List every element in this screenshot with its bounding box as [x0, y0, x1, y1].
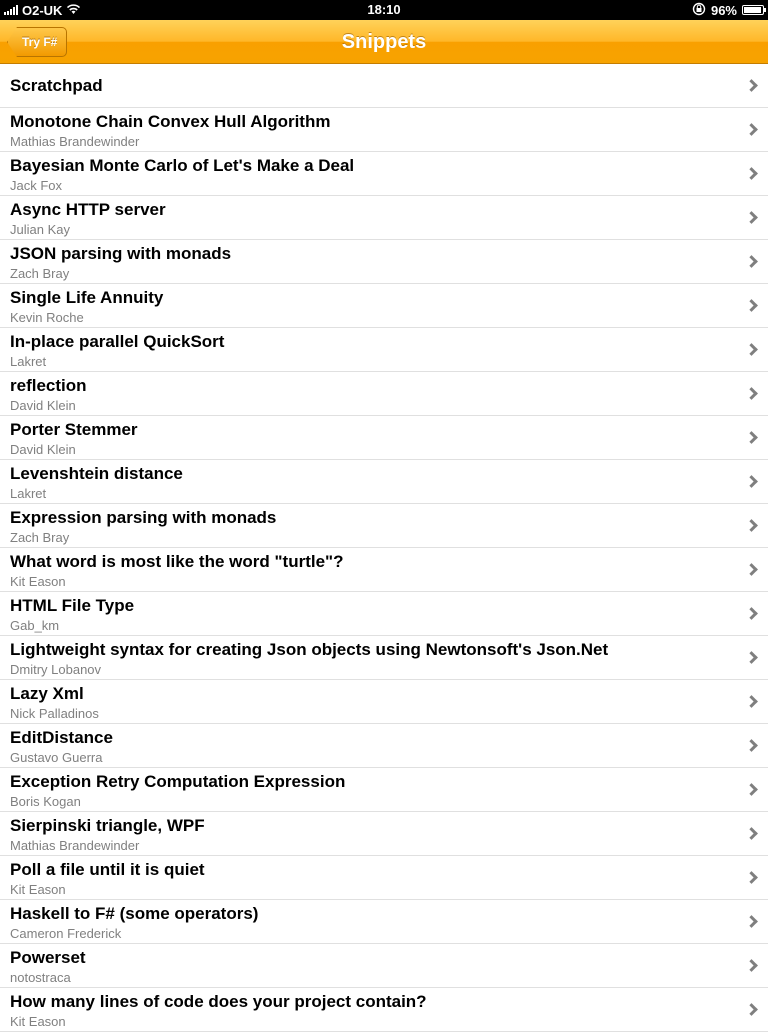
snippet-author: Mathias Brandewinder [10, 134, 140, 149]
snippet-title: What word is most like the word "turtle"… [10, 552, 344, 571]
list-item[interactable]: Levenshtein distance Lakret [0, 460, 768, 504]
list-item[interactable]: Lightweight syntax for creating Json obj… [0, 636, 768, 680]
back-button[interactable]: Try F# [7, 27, 68, 57]
list-item[interactable]: Porter Stemmer David Klein [0, 416, 768, 460]
snippet-title: EditDistance [10, 728, 113, 747]
chevron-right-icon [745, 915, 758, 928]
chevron-right-icon [745, 563, 758, 576]
page-title: Snippets [341, 31, 427, 53]
chevron-right-icon [745, 79, 758, 92]
snippet-author: Cameron Frederick [10, 926, 122, 941]
list-item[interactable]: How many lines of code does your project… [0, 988, 768, 1032]
list-item[interactable]: JSON parsing with monads Zach Bray [0, 240, 768, 284]
snippet-author: Dmitry Lobanov [10, 662, 102, 677]
list-item[interactable]: Powerset notostraca [0, 944, 768, 988]
list-item[interactable]: Poll a file until it is quiet Kit Eason [0, 856, 768, 900]
status-time: 18:10 [367, 2, 401, 17]
snippet-author: Kevin Roche [10, 310, 84, 325]
chevron-right-icon [745, 123, 758, 136]
snippet-title: HTML File Type [10, 596, 135, 615]
chevron-right-icon [745, 695, 758, 708]
list-item[interactable]: Async HTTP server Julian Kay [0, 196, 768, 240]
snippet-author: Mathias Brandewinder [10, 838, 140, 853]
snippet-title: Monotone Chain Convex Hull Algorithm [10, 112, 331, 131]
snippet-author: Kit Eason [10, 1014, 66, 1029]
list-item[interactable]: What word is most like the word "turtle"… [0, 548, 768, 592]
chevron-right-icon [745, 607, 758, 620]
snippet-title: JSON parsing with monads [10, 244, 232, 263]
rotation-lock-icon [692, 2, 706, 19]
snippet-title: Exception Retry Computation Expression [10, 772, 346, 791]
list-item[interactable]: reflection David Klein [0, 372, 768, 416]
snippet-title: Levenshtein distance [10, 464, 183, 483]
navigation-bar: Snippets Try F# [0, 20, 768, 64]
snippet-author: notostraca [10, 970, 71, 985]
list-item[interactable]: Single Life Annuity Kevin Roche [0, 284, 768, 328]
chevron-right-icon [745, 167, 758, 180]
snippet-author: Gab_km [10, 618, 60, 633]
battery-fill [744, 7, 762, 13]
snippet-title: reflection [10, 376, 87, 395]
snippet-author: David Klein [10, 398, 76, 413]
snippet-author: Julian Kay [10, 222, 70, 237]
list-item[interactable]: Bayesian Monte Carlo of Let's Make a Dea… [0, 152, 768, 196]
chevron-right-icon [745, 827, 758, 840]
snippet-author: Gustavo Guerra [10, 750, 103, 765]
list-item[interactable]: Monotone Chain Convex Hull Algorithm Math… [0, 108, 768, 152]
battery-icon [742, 5, 766, 15]
chevron-right-icon [745, 1003, 758, 1016]
snippet-title: Lazy Xml [10, 684, 84, 703]
snippet-author: Boris Kogan [10, 794, 81, 809]
snippet-title: Sierpinski triangle, WPF [10, 816, 205, 835]
chevron-right-icon [745, 387, 758, 400]
snippet-title: Porter Stemmer [10, 420, 138, 439]
chevron-right-icon [745, 783, 758, 796]
list-item[interactable]: In-place parallel QuickSort Lakret [0, 328, 768, 372]
snippet-title: How many lines of code does your project… [10, 992, 427, 1011]
scratchpad-row[interactable]: Scratchpad [0, 64, 768, 108]
list-item[interactable]: Haskell to F# (some operators) Cameron Fr… [0, 900, 768, 944]
status-bar: O2-UK 18:10 96% [0, 0, 768, 20]
snippet-author: Lakret [10, 486, 47, 501]
chevron-right-icon [745, 651, 758, 664]
snippet-title: Async HTTP server [10, 200, 166, 219]
chevron-right-icon [745, 299, 758, 312]
list-item[interactable]: Lazy Xml Nick Palladinos [0, 680, 768, 724]
chevron-right-icon [745, 959, 758, 972]
chevron-right-icon [745, 255, 758, 268]
chevron-right-icon [745, 739, 758, 752]
snippet-author: Nick Palladinos [10, 706, 99, 721]
snippet-title: Poll a file until it is quiet [10, 860, 205, 879]
snippet-title: In-place parallel QuickSort [10, 332, 225, 351]
snippet-author: Kit Eason [10, 882, 66, 897]
snippet-author: David Klein [10, 442, 76, 457]
list-item[interactable]: Expression parsing with monads Zach Bray [0, 504, 768, 548]
battery-percent: 96% [710, 2, 737, 18]
list-item[interactable]: Sierpinski triangle, WPF Mathias Brandewi… [0, 812, 768, 856]
snippet-title: Bayesian Monte Carlo of Let's Make a Dea… [10, 156, 355, 175]
chevron-right-icon [745, 475, 758, 488]
snippet-title: Single Life Annuity [10, 288, 164, 307]
snippet-author: Kit Eason [10, 574, 66, 589]
snippet-author: Zach Bray [10, 266, 70, 281]
chevron-right-icon [745, 871, 758, 884]
snippet-list: Scratchpad Monotone Chain Convex Hull Al… [0, 64, 768, 1032]
chevron-right-icon [745, 211, 758, 224]
snippet-author: Zach Bray [10, 530, 70, 545]
chevron-right-icon [745, 343, 758, 356]
snippet-title: Powerset [10, 948, 86, 967]
snippet-title: Lightweight syntax for creating Json obj… [10, 640, 609, 659]
row-title: Scratchpad [10, 76, 103, 95]
snippet-author: Jack Fox [10, 178, 63, 193]
chevron-right-icon [745, 431, 758, 444]
snippet-title: Expression parsing with monads [10, 508, 277, 527]
chevron-right-icon [745, 519, 758, 532]
snippet-title: Haskell to F# (some operators) [10, 904, 259, 923]
status-right: 96% [692, 0, 766, 20]
list-item[interactable]: HTML File Type Gab_km [0, 592, 768, 636]
snippet-author: Lakret [10, 354, 47, 369]
list-item[interactable]: Exception Retry Computation Expression Bo… [0, 768, 768, 812]
list-item[interactable]: EditDistance Gustavo Guerra [0, 724, 768, 768]
